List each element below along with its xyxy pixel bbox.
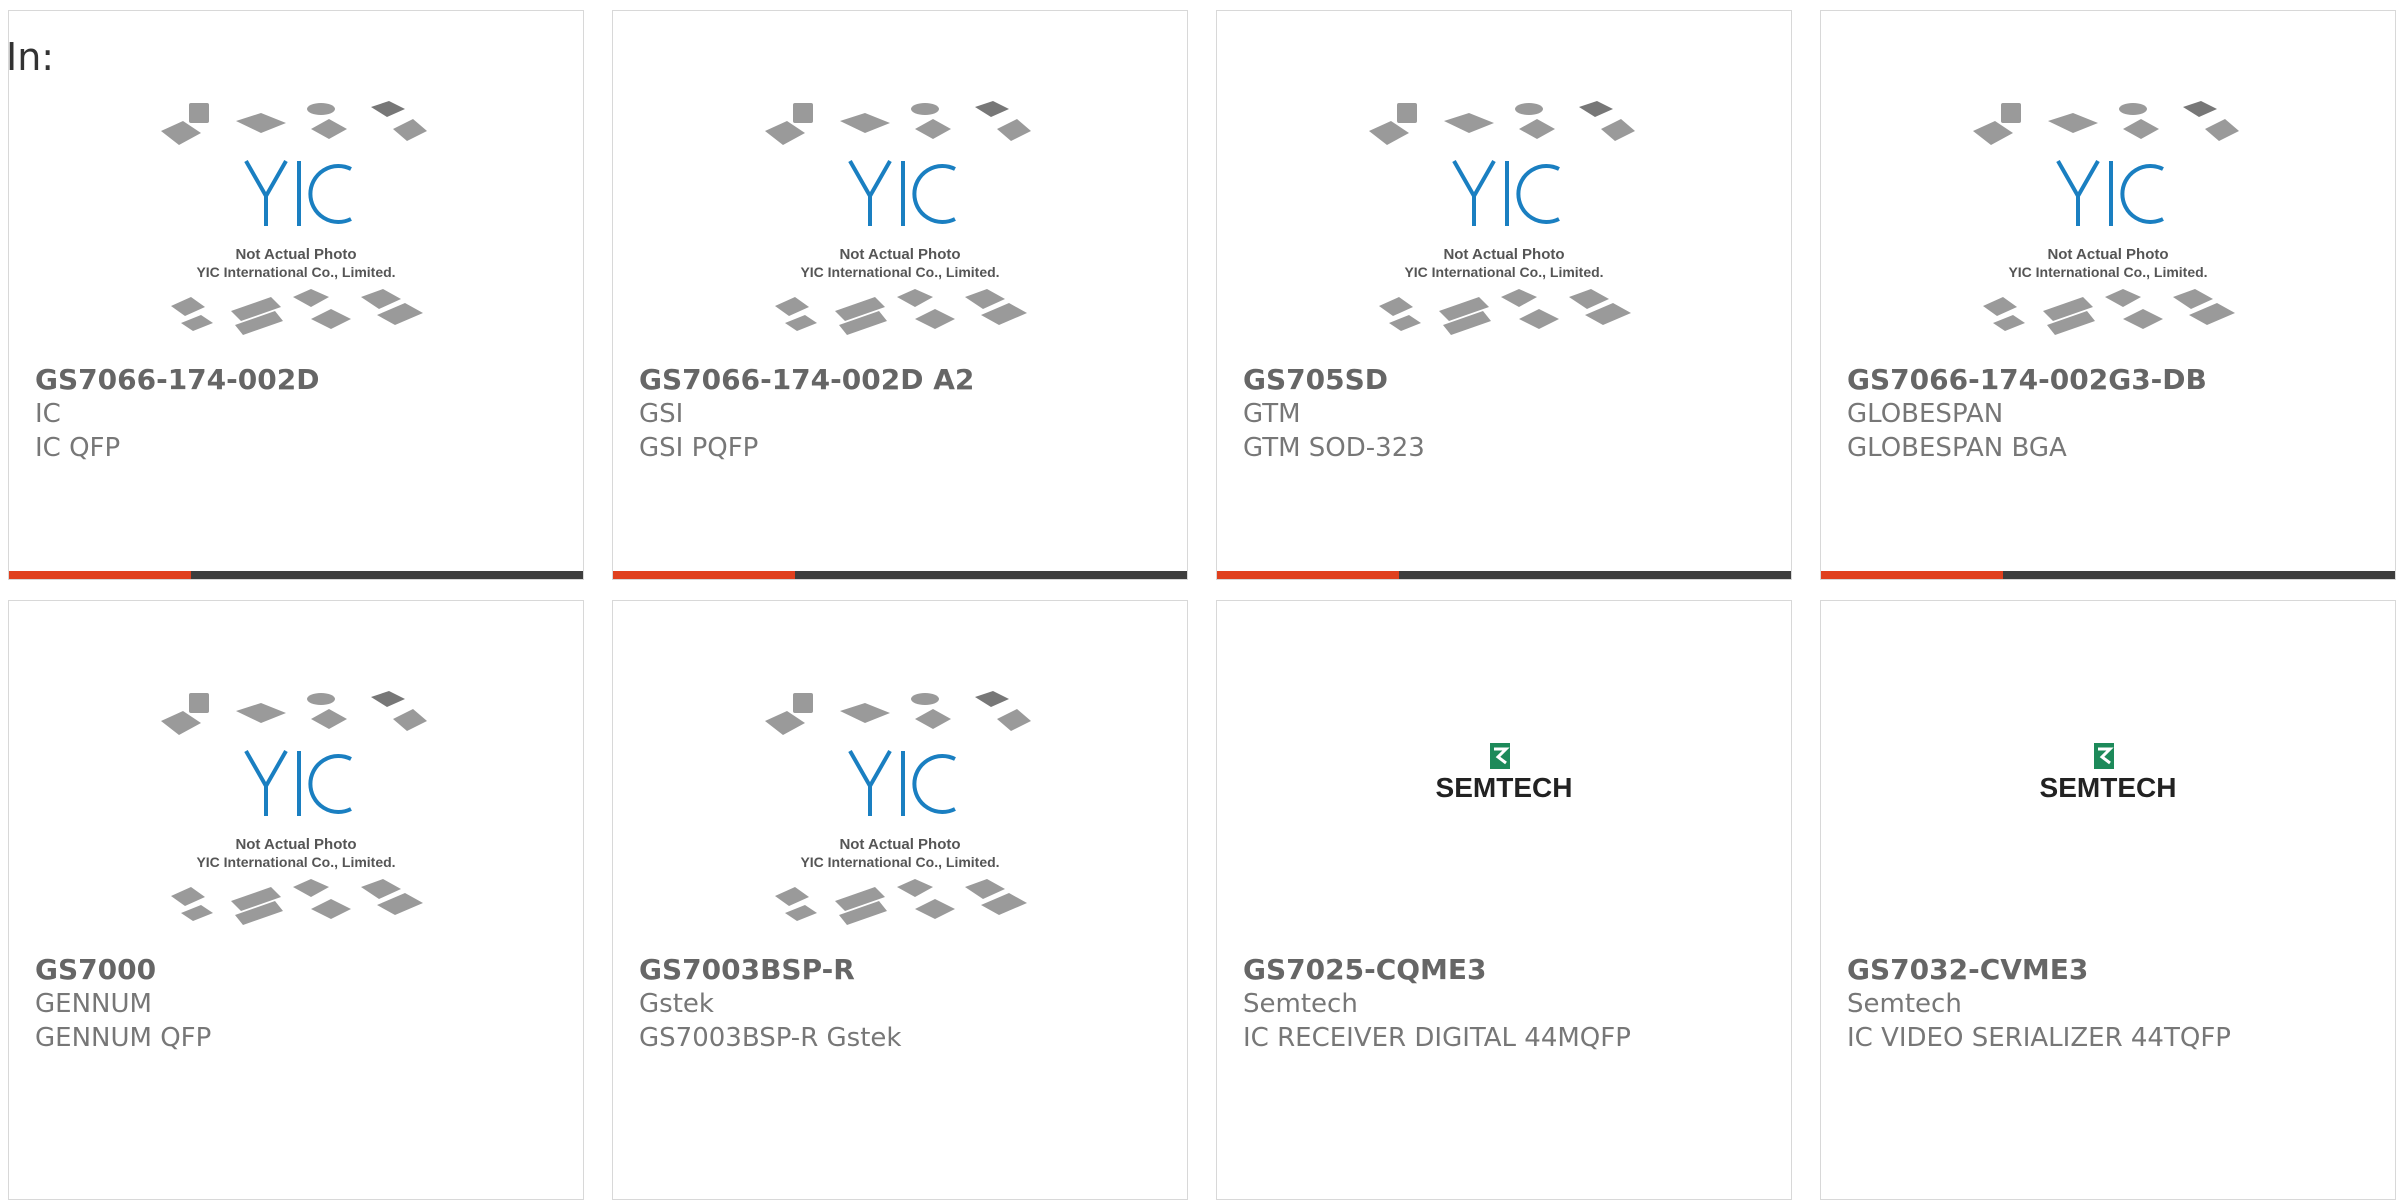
placeholder-chips-image: Not Actual Photo YIC International Co., … — [161, 101, 427, 335]
description: GENNUM QFP — [35, 1023, 212, 1053]
svg-text:YIC International Co., Limited: YIC International Co., Limited. — [1404, 264, 1603, 280]
svg-text:YIC International Co., Limited: YIC International Co., Limited. — [800, 854, 999, 870]
filter-label: In: — [6, 35, 55, 79]
product-image[interactable]: SEMTECH — [1217, 699, 1791, 949]
svg-text:SEMTECH: SEMTECH — [2040, 772, 2177, 803]
product-card[interactable]: SEMTECH GS7032-CVME3 Semtech IC VIDEO SE… — [1820, 600, 2396, 1200]
product-card[interactable]: Not Actual Photo YIC International Co., … — [612, 600, 1188, 1200]
placeholder-chips-image: Not Actual Photo YIC International Co., … — [765, 101, 1031, 335]
svg-text:YIC International Co., Limited: YIC International Co., Limited. — [196, 264, 395, 280]
product-card[interactable]: Not Actual Photo YIC International Co., … — [8, 10, 584, 580]
product-image[interactable]: Not Actual Photo YIC International Co., … — [1821, 101, 2395, 351]
placeholder-chips-image: Not Actual Photo YIC International Co., … — [161, 691, 427, 925]
manufacturer: Semtech — [1243, 989, 1358, 1019]
part-number[interactable]: GS7066-174-002D A2 — [639, 363, 974, 397]
svg-text:Not Actual Photo: Not Actual Photo — [235, 836, 356, 853]
product-card[interactable]: Not Actual Photo YIC International Co., … — [612, 10, 1188, 580]
description: GLOBESPAN BGA — [1847, 433, 2067, 463]
semtech-logo: SEMTECH — [2040, 743, 2177, 803]
part-number[interactable]: GS7003BSP-R — [639, 953, 901, 987]
part-number[interactable]: GS705SD — [1243, 363, 1425, 397]
card-bar — [1821, 571, 2395, 579]
product-card[interactable]: SEMTECH GS7025-CQME3 Semtech IC RECEIVER… — [1216, 600, 1792, 1200]
part-number[interactable]: GS7032-CVME3 — [1847, 953, 2231, 987]
card-bar — [1217, 571, 1791, 579]
description: IC RECEIVER DIGITAL 44MQFP — [1243, 1023, 1631, 1053]
svg-text:Not Actual Photo: Not Actual Photo — [839, 246, 960, 263]
svg-text:Not Actual Photo: Not Actual Photo — [1443, 246, 1564, 263]
placeholder-chips-image: Not Actual Photo YIC International Co., … — [1973, 101, 2239, 335]
description: GSI PQFP — [639, 433, 759, 463]
product-image[interactable]: Not Actual Photo YIC International Co., … — [9, 691, 583, 941]
product-image[interactable]: Not Actual Photo YIC International Co., … — [9, 101, 583, 351]
svg-text:YIC International Co., Limited: YIC International Co., Limited. — [800, 264, 999, 280]
part-number[interactable]: GS7025-CQME3 — [1243, 953, 1631, 987]
manufacturer: Gstek — [639, 989, 714, 1019]
product-grid: Not Actual Photo YIC International Co., … — [0, 0, 2400, 1200]
svg-text:SEMTECH: SEMTECH — [1436, 772, 1573, 803]
manufacturer: IC — [35, 399, 61, 429]
manufacturer: GLOBESPAN — [1847, 399, 2004, 429]
part-number[interactable]: GS7066-174-002D — [35, 363, 319, 397]
semtech-logo: SEMTECH — [1436, 743, 1573, 803]
svg-text:YIC International Co., Limited: YIC International Co., Limited. — [2008, 264, 2207, 280]
manufacturer: GENNUM — [35, 989, 152, 1019]
card-bar — [613, 571, 1187, 579]
svg-text:YIC International Co., Limited: YIC International Co., Limited. — [196, 854, 395, 870]
manufacturer: GSI — [639, 399, 684, 429]
placeholder-chips-image: Not Actual Photo YIC International Co., … — [765, 691, 1031, 925]
description: IC VIDEO SERIALIZER 44TQFP — [1847, 1023, 2231, 1053]
manufacturer: Semtech — [1847, 989, 1962, 1019]
svg-text:Not Actual Photo: Not Actual Photo — [839, 836, 960, 853]
product-card[interactable]: Not Actual Photo YIC International Co., … — [1216, 10, 1792, 580]
product-image[interactable]: Not Actual Photo YIC International Co., … — [1217, 101, 1791, 351]
part-number[interactable]: GS7000 — [35, 953, 211, 987]
svg-text:Not Actual Photo: Not Actual Photo — [2047, 246, 2168, 263]
product-image[interactable]: Not Actual Photo YIC International Co., … — [613, 101, 1187, 351]
part-number[interactable]: GS7066-174-002G3-DB — [1847, 363, 2207, 397]
description: GS7003BSP-R Gstek — [639, 1023, 902, 1053]
product-image[interactable]: SEMTECH — [1821, 699, 2395, 949]
product-image[interactable]: Not Actual Photo YIC International Co., … — [613, 691, 1187, 941]
description: GTM SOD-323 — [1243, 433, 1425, 463]
placeholder-chips-image: Not Actual Photo YIC International Co., … — [1369, 101, 1635, 335]
manufacturer: GTM — [1243, 399, 1301, 429]
svg-text:Not Actual Photo: Not Actual Photo — [235, 246, 356, 263]
product-card[interactable]: Not Actual Photo YIC International Co., … — [8, 600, 584, 1200]
card-bar — [9, 571, 583, 579]
description: IC QFP — [35, 433, 121, 463]
product-card[interactable]: Not Actual Photo YIC International Co., … — [1820, 10, 2396, 580]
